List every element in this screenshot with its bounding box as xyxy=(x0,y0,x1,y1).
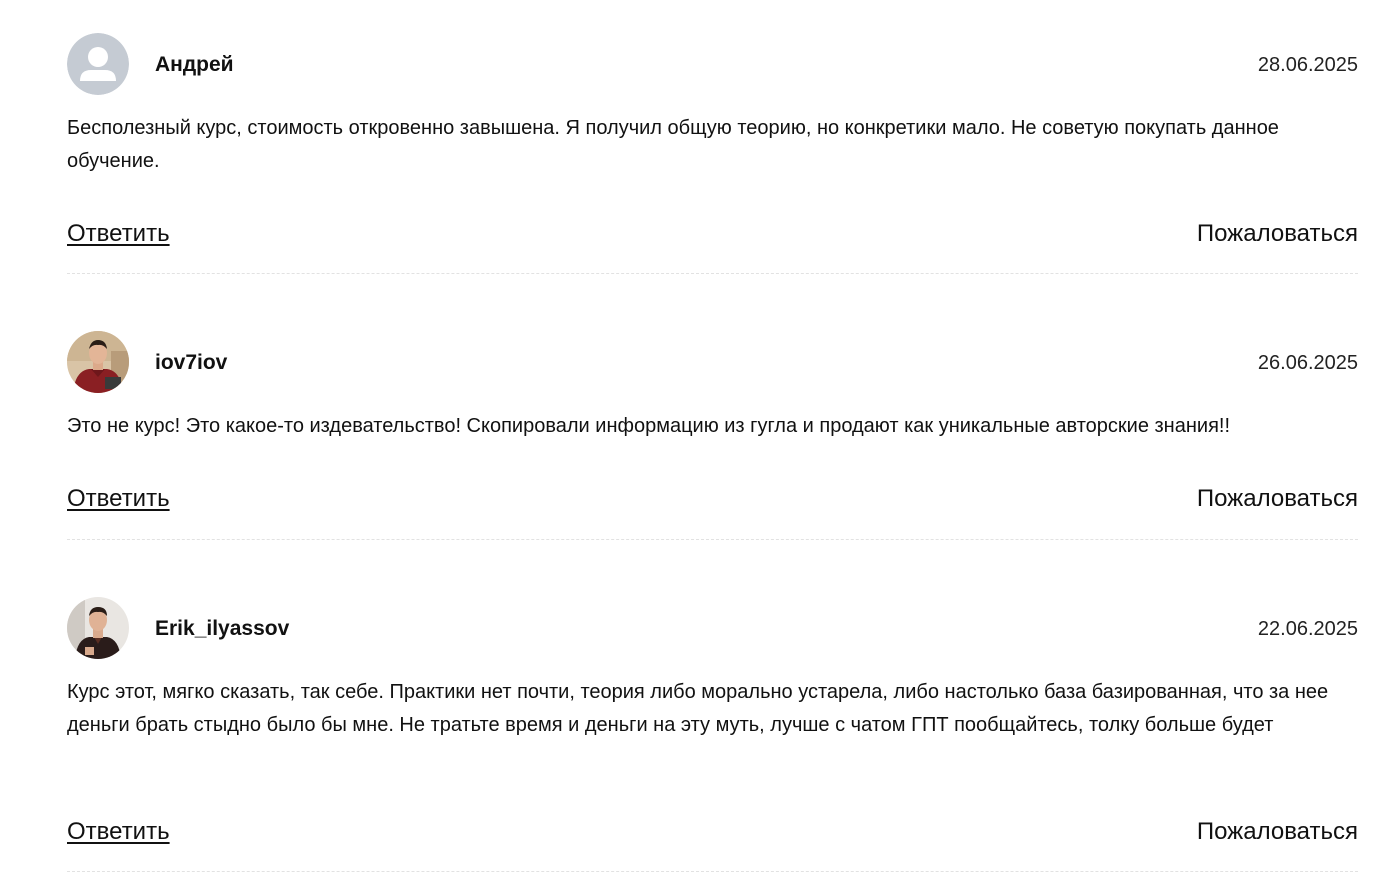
comment-item: Erik_ilyassov 22.06.2025 Курс этот, мягк… xyxy=(67,597,1358,872)
report-button[interactable]: Пожаловаться xyxy=(1197,817,1358,847)
comment-actions: Ответить Пожаловаться xyxy=(67,817,1358,847)
reply-button[interactable]: Ответить xyxy=(67,219,170,249)
comment-header: iov7iov 26.06.2025 xyxy=(67,331,1358,395)
comment-text: Бесполезный курс, стоимость откровенно з… xyxy=(67,117,1279,172)
reply-button[interactable]: Ответить xyxy=(67,817,170,847)
comment-item: Андрей 28.06.2025 Бесполезный курс, стои… xyxy=(67,33,1358,274)
comment-date: 22.06.2025 xyxy=(1257,618,1358,640)
user-photo-avatar xyxy=(67,331,129,393)
comment-text: Курс этот, мягко сказать, так себе. Прак… xyxy=(67,681,1329,736)
comment-header: Erik_ilyassov 22.06.2025 xyxy=(67,597,1358,661)
comment-divider xyxy=(67,273,1358,274)
default-user-avatar-icon xyxy=(67,33,129,95)
user-photo-avatar xyxy=(67,597,129,659)
comment-divider xyxy=(67,871,1358,872)
comment-date: 28.06.2025 xyxy=(1257,54,1358,76)
comment-author: iov7iov xyxy=(155,351,228,374)
comment-author: Erik_ilyassov xyxy=(155,617,290,640)
comment-item: iov7iov 26.06.2025 Это не курс! Это како… xyxy=(67,331,1358,540)
comment-date: 26.06.2025 xyxy=(1257,352,1358,374)
comment-text: Это не курс! Это какое-то издевательство… xyxy=(67,415,1231,437)
comments-list: Андрей 28.06.2025 Бесполезный курс, стои… xyxy=(0,0,1373,873)
reply-button[interactable]: Ответить xyxy=(67,484,170,514)
comment-actions: Ответить Пожаловаться xyxy=(67,219,1358,249)
comment-actions: Ответить Пожаловаться xyxy=(67,484,1358,514)
comment-author: Андрей xyxy=(155,53,234,76)
comment-header: Андрей 28.06.2025 xyxy=(67,33,1358,97)
report-button[interactable]: Пожаловаться xyxy=(1197,484,1358,514)
report-button[interactable]: Пожаловаться xyxy=(1197,219,1358,249)
comment-divider xyxy=(67,539,1358,540)
